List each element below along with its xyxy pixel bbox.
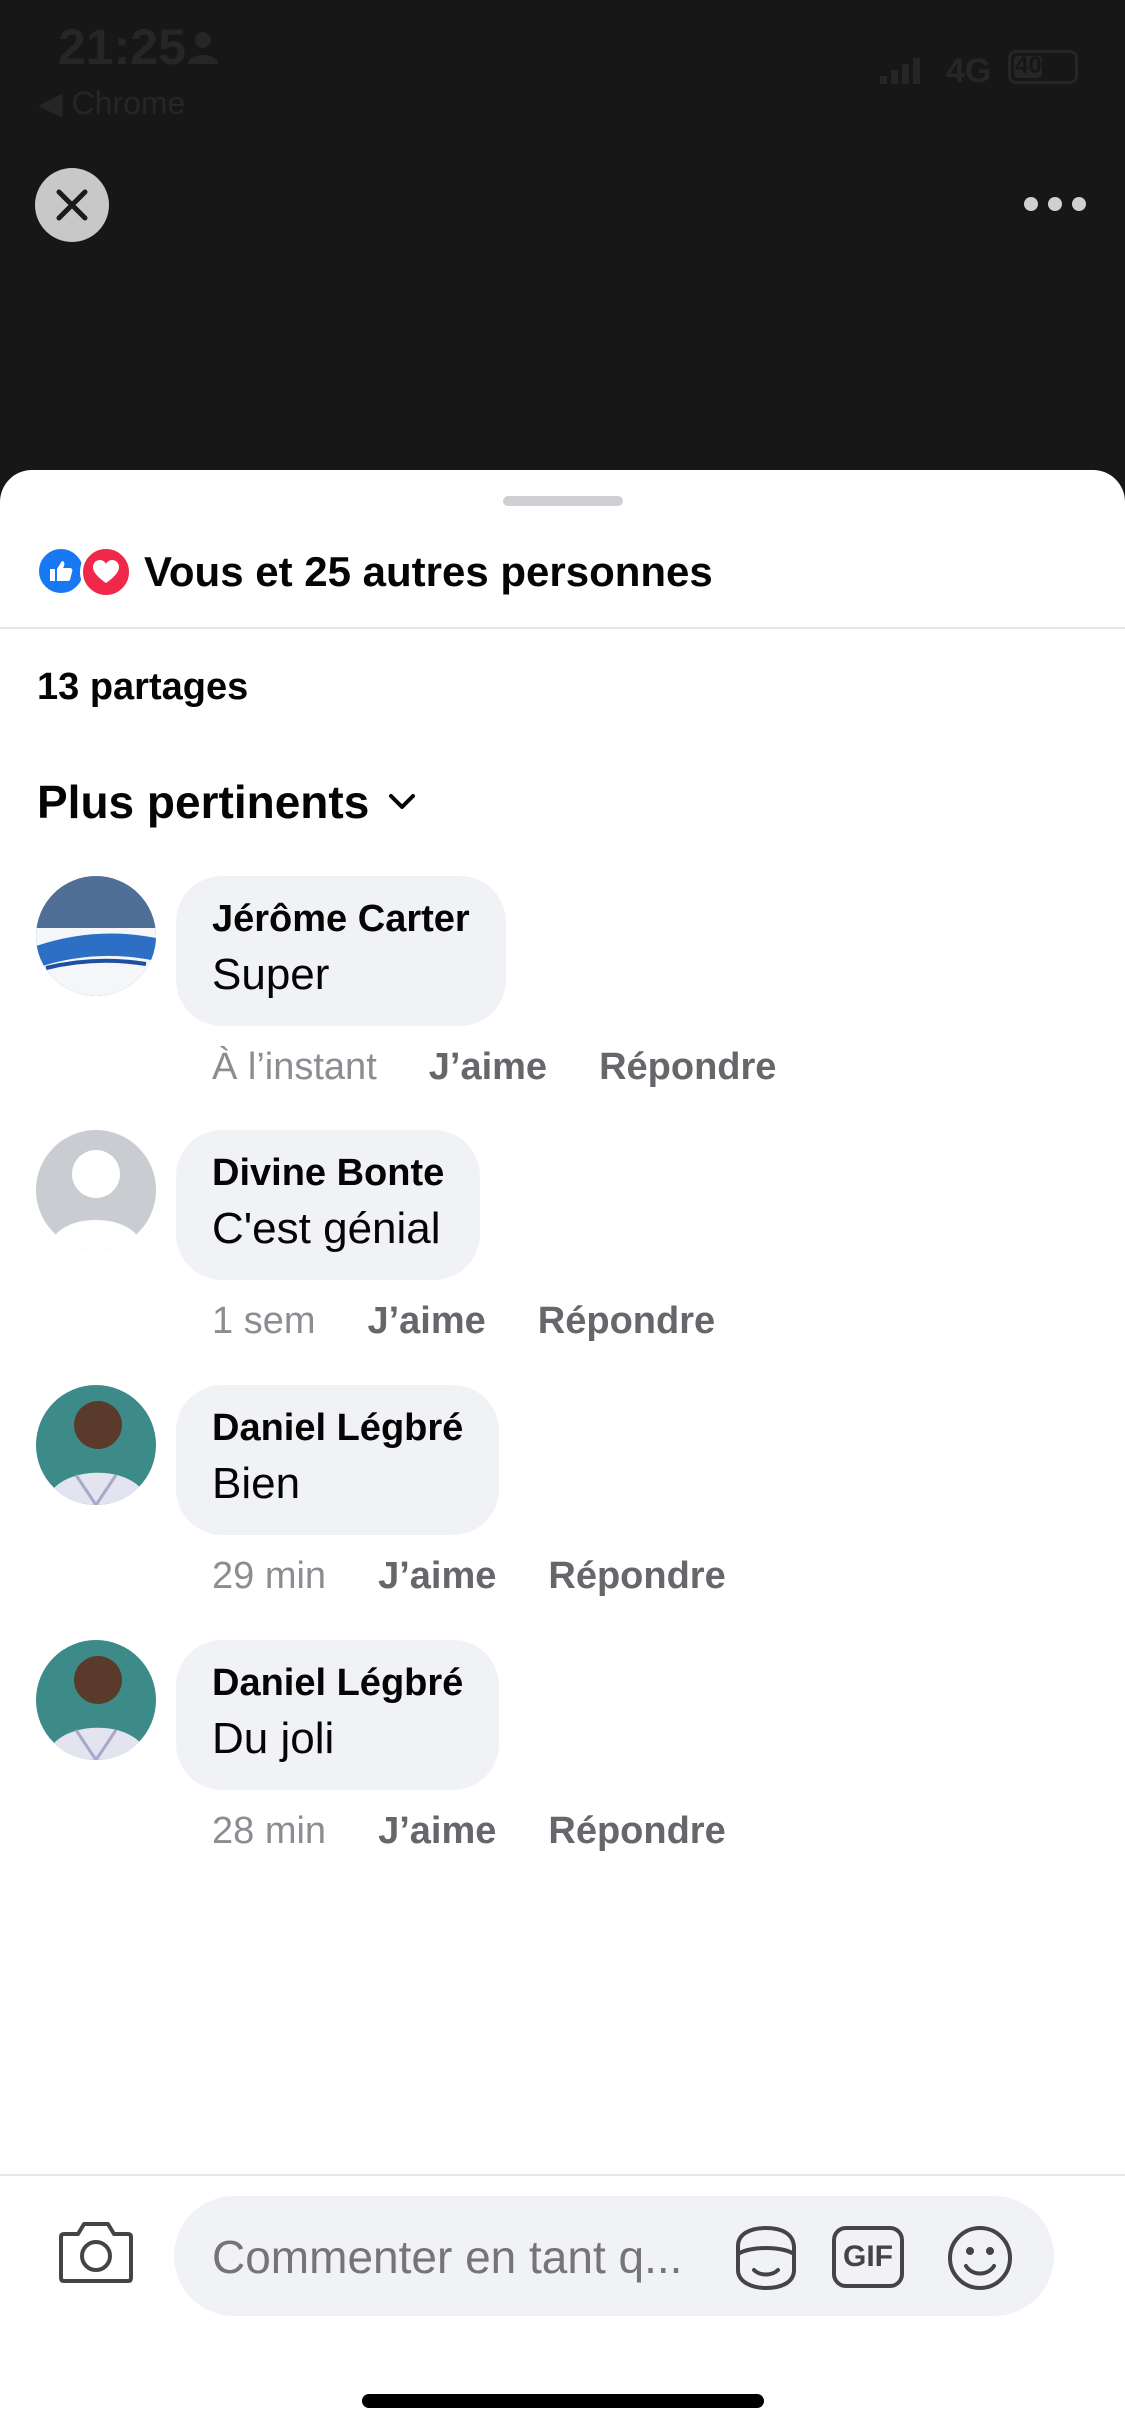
signal-icon (880, 58, 920, 84)
avatar-sticker-icon[interactable] (730, 2224, 802, 2292)
more-options-button[interactable] (1024, 190, 1086, 218)
divider (0, 627, 1125, 629)
reply-button[interactable]: Répondre (599, 1046, 776, 1089)
emoji-icon[interactable] (944, 2224, 1016, 2292)
comment-author[interactable]: Daniel Légbré (212, 1405, 463, 1451)
comment-actions: 1 sem J’aime Répondre (212, 1300, 715, 1343)
status-bar: 21:25 ◀ Chrome 4G 40 (0, 0, 1125, 122)
comment-time: 29 min (212, 1555, 327, 1597)
close-button[interactable] (35, 168, 109, 242)
close-icon (56, 189, 88, 221)
sheet-drag-handle[interactable] (503, 496, 623, 506)
dot (1024, 197, 1038, 211)
network-type: 4G (946, 52, 992, 90)
avatar[interactable] (36, 1640, 156, 1760)
avatar[interactable] (36, 1385, 156, 1505)
avatar[interactable] (36, 876, 156, 996)
comment-time: 28 min (212, 1810, 327, 1852)
comment-author[interactable]: Divine Bonte (212, 1150, 444, 1196)
person-icon (188, 32, 218, 64)
comment-author[interactable]: Daniel Légbré (212, 1660, 463, 1706)
back-to-app-link[interactable]: ◀ Chrome (38, 84, 185, 122)
reply-button[interactable]: Répondre (548, 1810, 725, 1853)
comment-text: Super (212, 950, 330, 999)
avatar[interactable] (36, 1130, 156, 1250)
like-icon (36, 546, 86, 596)
reactions-summary[interactable]: Vous et 25 autres personnes (36, 542, 713, 602)
reply-button[interactable]: Répondre (538, 1300, 715, 1343)
status-time: 21:25 (58, 19, 186, 75)
comment-actions: À l’instant J’aime Répondre (212, 1046, 776, 1089)
comment-bubble[interactable]: Daniel Légbré Du joli (176, 1640, 500, 1790)
like-button[interactable]: J’aime (378, 1810, 496, 1853)
dot (1072, 197, 1086, 211)
sort-label: Plus pertinents (37, 776, 370, 828)
comment-text: C'est génial (212, 1204, 441, 1253)
gif-label: GIF (843, 2240, 893, 2273)
camera-icon[interactable] (58, 2218, 134, 2284)
comment-text: Bien (212, 1459, 301, 1508)
reply-button[interactable]: Répondre (548, 1555, 725, 1598)
like-button[interactable]: J’aime (378, 1555, 496, 1598)
comment-actions: 29 min J’aime Répondre (212, 1555, 726, 1598)
like-button[interactable]: J’aime (429, 1046, 547, 1089)
comment-bubble[interactable]: Divine Bonte C'est génial (176, 1130, 481, 1280)
comment-time: À l’instant (212, 1046, 377, 1088)
comment-time: 1 sem (212, 1300, 316, 1342)
comment-actions: 28 min J’aime Répondre (212, 1810, 726, 1853)
gif-button[interactable]: GIF (832, 2226, 904, 2288)
comments-sheet: Vous et 25 autres personnes 13 partages … (0, 470, 1125, 2436)
battery-level: 40 (1015, 52, 1042, 79)
comment-bubble[interactable]: Jérôme Carter Super (176, 876, 506, 1026)
sort-dropdown[interactable]: Plus pertinents (37, 775, 417, 829)
shares-count[interactable]: 13 partages (37, 666, 248, 709)
battery-icon: 40 (1008, 50, 1078, 84)
dot (1048, 197, 1062, 211)
like-button[interactable]: J’aime (367, 1300, 485, 1343)
love-icon (80, 546, 132, 598)
chevron-down-icon (389, 794, 416, 809)
comment-author[interactable]: Jérôme Carter (212, 896, 470, 942)
comment-bubble[interactable]: Daniel Légbré Bien (176, 1385, 500, 1535)
comment-composer: GIF (174, 2196, 1054, 2316)
comment-input[interactable] (212, 2230, 722, 2284)
comment-text: Du joli (212, 1714, 335, 1763)
reactions-summary-text: Vous et 25 autres personnes (144, 548, 713, 595)
home-indicator[interactable] (362, 2394, 764, 2408)
divider (0, 2174, 1125, 2176)
reaction-icons (36, 546, 136, 598)
